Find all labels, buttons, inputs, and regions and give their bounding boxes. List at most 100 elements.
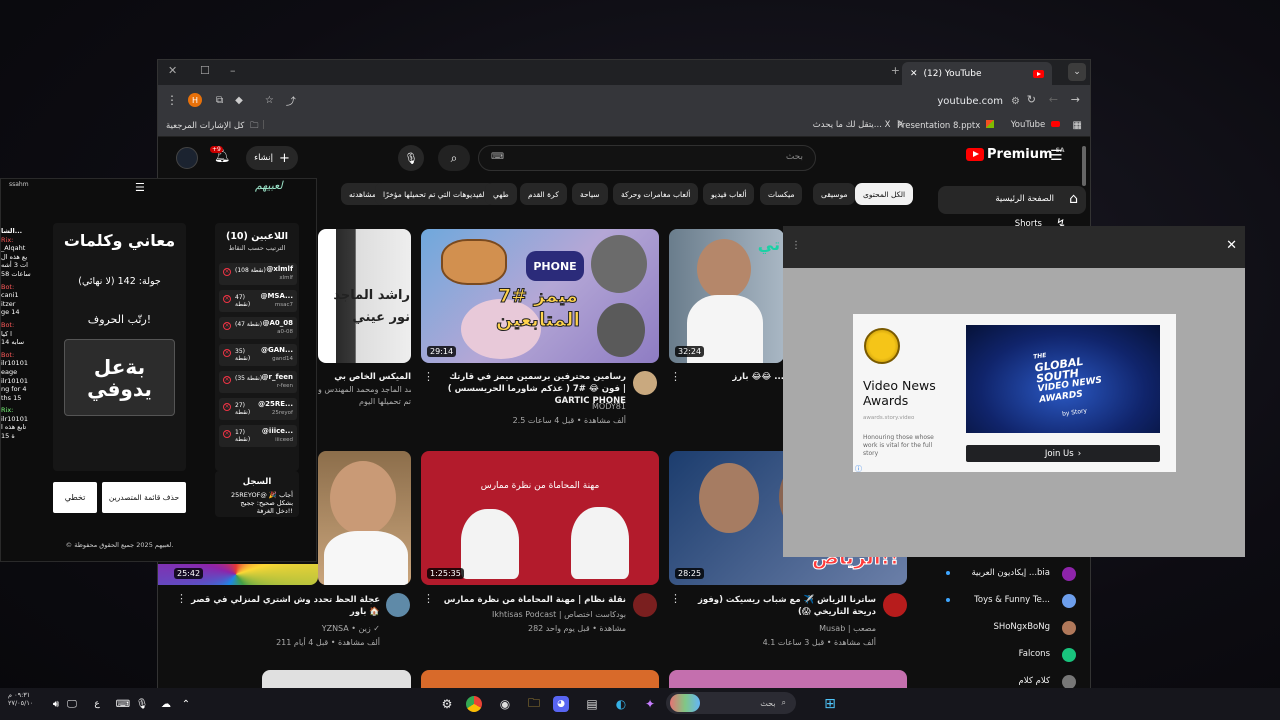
more-options-icon[interactable]: ⋮: [176, 592, 187, 605]
chip-8[interactable]: الفيديوهات التي تم تحميلها مؤخرًا: [375, 183, 495, 205]
sidebar-sub-1[interactable]: Toys & Funny Te...: [938, 592, 1086, 610]
video-thumbnail-row3-2[interactable]: [669, 670, 907, 688]
video-thumbnail-5[interactable]: [318, 451, 411, 585]
channel-avatar-3[interactable]: [883, 593, 907, 617]
kick-icon[interactable]: ×: [223, 376, 231, 384]
settings-gear-icon[interactable]: ⚙: [437, 694, 457, 714]
video-title-2[interactable]: الميكس الخاص بي: [318, 371, 411, 383]
chip-2[interactable]: ميكسات: [760, 183, 803, 205]
video-title-1[interactable]: بارز 😂😂 ...: [718, 371, 784, 383]
video-thumbnail-2[interactable]: راشد الماجد نور عيني: [318, 229, 411, 363]
clear-leaderboard-button[interactable]: حذف قائمة المتصدرين: [102, 482, 186, 513]
new-tab-icon[interactable]: +: [891, 64, 900, 77]
more-options-icon[interactable]: ⋮: [670, 370, 681, 383]
video-channel-4[interactable]: Ikhtisas Podcast | بودكاست اختصاص: [436, 610, 626, 619]
chip-4[interactable]: ألعاب مغامرات وحركة: [613, 183, 699, 205]
ad-card[interactable]: Video News Awards awards.story.video Hon…: [853, 314, 1176, 474]
video-title-5[interactable]: عجلة الحظ تحدد وش اشتري لمنزلي في قصر با…: [188, 594, 380, 618]
maximize-icon[interactable]: ☐: [200, 64, 210, 77]
create-button[interactable]: إنشاء +: [246, 146, 298, 170]
ad-options-icon[interactable]: ⋮: [791, 240, 801, 251]
video-thumbnail-row3-1[interactable]: [421, 670, 659, 688]
close-window-icon[interactable]: ✕: [168, 64, 177, 77]
sidebar-sub-0[interactable]: إيكاديون العربية ...bia: [938, 565, 1086, 583]
bookmark-presentation[interactable]: Presentation 8.pptx: [897, 120, 994, 131]
bookmark-all[interactable]: كل الإشارات المرجعية 🗀: [166, 120, 259, 134]
channel-avatar-0[interactable]: [633, 371, 657, 395]
copilot-icon[interactable]: ✦: [640, 694, 660, 714]
keyboard-icon[interactable]: ⌨: [113, 694, 133, 714]
bookmark-star-icon[interactable]: ☆: [265, 95, 274, 106]
video-title-4[interactable]: نقلة نظام | مهنة المحاماة من نظرة ممارس: [436, 594, 626, 606]
menu-dots-icon[interactable]: ⋮: [166, 93, 178, 107]
kick-icon[interactable]: ×: [223, 349, 231, 357]
skip-button[interactable]: تخطي: [53, 482, 97, 513]
sidebar-sub-2[interactable]: SHoNgxBoNg: [938, 619, 1086, 637]
back-icon[interactable]: ←: [1049, 93, 1058, 106]
extension-diamond-icon[interactable]: ◆: [235, 95, 243, 106]
scrollbar-thumb[interactable]: [1082, 146, 1086, 186]
sidebar-item-home[interactable]: الصفحة الرئيسية ⌂: [938, 186, 1086, 214]
address-bar[interactable]: youtube.com ⚙: [937, 91, 1020, 111]
reload-icon[interactable]: ↻: [1027, 93, 1036, 106]
network-icon[interactable]: 🖵: [62, 694, 82, 714]
video-thumbnail-1[interactable]: تي 32:24: [669, 229, 784, 363]
keyboard-icon[interactable]: ⌨: [491, 152, 504, 162]
chevron-up-icon[interactable]: ⌃: [176, 694, 196, 714]
share-icon[interactable]: ⤴: [286, 93, 296, 108]
address-text[interactable]: youtube.com: [937, 96, 1003, 107]
site-settings-icon[interactable]: ⚙: [1011, 96, 1020, 107]
chip-6[interactable]: كرة القدم: [520, 183, 567, 205]
forward-icon[interactable]: →: [1071, 93, 1080, 106]
video-thumbnail-4[interactable]: مهنة المحاماة من نظرة ممارس 1:25:35: [421, 451, 659, 585]
bookmark-youtube[interactable]: YouTube: [1011, 120, 1060, 130]
search-button[interactable]: ⌕: [438, 145, 470, 171]
chip-7[interactable]: طهي: [485, 183, 517, 205]
edge-icon[interactable]: ◐: [611, 694, 631, 714]
video-channel-5[interactable]: YZNSA • زين ✓: [188, 624, 380, 633]
sidebar-sub-4[interactable]: كلام كلام: [938, 673, 1086, 688]
minimize-icon[interactable]: –: [230, 64, 236, 77]
apps-grid-icon[interactable]: ▦: [1073, 120, 1082, 131]
more-options-icon[interactable]: ⋮: [423, 592, 434, 605]
ad-close-button[interactable]: ✕: [1226, 238, 1237, 253]
profile-avatar[interactable]: H: [188, 93, 202, 107]
store-icon[interactable]: ▤: [582, 694, 602, 714]
kick-icon[interactable]: ×: [223, 322, 231, 330]
more-options-icon[interactable]: ⋮: [670, 592, 681, 605]
kick-icon[interactable]: ×: [223, 403, 231, 411]
clock[interactable]: ٠٩:٣١ م ٢٧/٠٥/١٠: [8, 691, 33, 707]
chip-0[interactable]: الكل المحتوى: [855, 183, 914, 205]
cloud-icon[interactable]: ☁: [156, 694, 176, 714]
file-explorer-icon[interactable]: 🗀: [524, 694, 544, 714]
search-input[interactable]: بحث ⌨: [478, 145, 816, 171]
video-thumbnail-0[interactable]: PHONE ميمز #7 المتابعين 29:14: [421, 229, 659, 363]
video-title-3[interactable]: ساترنا الزياش ✈️ مع شباب ريسيكت (وفوز در…: [684, 594, 876, 618]
language-indicator[interactable]: ع: [87, 694, 107, 714]
tab-search-icon[interactable]: ⌄: [1068, 63, 1086, 81]
chip-5[interactable]: سياحة: [572, 183, 608, 205]
kick-icon[interactable]: ×: [223, 268, 231, 276]
discord-icon[interactable]: ◕: [553, 696, 569, 712]
channel-avatar-5[interactable]: [386, 593, 410, 617]
chip-3[interactable]: ألعاب فيديو: [703, 183, 755, 205]
video-channel-0[interactable]: MODY81: [436, 402, 626, 411]
ad-info-icon[interactable]: ⓘ: [855, 464, 862, 474]
kick-icon[interactable]: ×: [223, 430, 231, 438]
hamburger-menu-icon[interactable]: ☰: [1050, 148, 1063, 164]
wheel-thumbnail-shape[interactable]: 25:42: [158, 564, 318, 585]
mic-icon[interactable]: 🎙︎: [132, 694, 152, 714]
video-thumbnail-row3-0[interactable]: [262, 670, 411, 688]
video-channel-3[interactable]: Musab | مصعب: [684, 624, 876, 633]
tab-close-icon[interactable]: ✕: [910, 69, 918, 79]
account-avatar[interactable]: [176, 147, 198, 169]
voice-search-icon[interactable]: 🎙︎: [398, 145, 424, 171]
chip-1[interactable]: موسيقى: [813, 183, 856, 205]
bookmark-x[interactable]: يتقل لك ما يحدث... X 𝕏: [813, 120, 904, 130]
sidebar-sub-3[interactable]: Falcons: [938, 646, 1086, 664]
kick-icon[interactable]: ×: [223, 295, 231, 303]
video-channel-2[interactable]: راشد الماجد ومحمد المهندس و...: [318, 385, 411, 394]
chrome-icon[interactable]: [466, 696, 482, 712]
obs-icon[interactable]: ◉: [495, 694, 515, 714]
windows-start-icon[interactable]: ⊞: [820, 694, 840, 714]
